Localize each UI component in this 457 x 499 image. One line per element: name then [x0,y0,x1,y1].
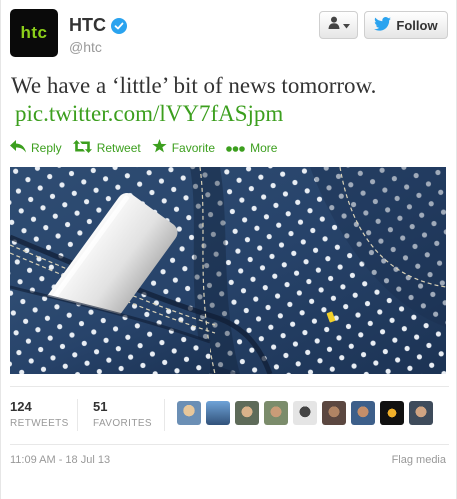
retweet-icon [72,139,97,156]
user-actions-dropdown-button[interactable] [319,11,358,39]
user-screenname[interactable]: @htc [69,39,102,55]
favoriter-avatar[interactable] [235,401,259,425]
favorites-stat[interactable]: 51 FAVORITES [93,399,152,429]
flag-media-link[interactable]: Flag media [392,454,446,466]
reply-action[interactable]: Reply [10,139,62,156]
more-action[interactable]: More [226,141,277,155]
verified-badge-icon [111,17,127,34]
reply-label: Reply [31,140,62,155]
star-icon [152,139,172,156]
stats-divider-bottom [10,444,449,445]
reply-icon [10,139,31,156]
favoriter-avatar[interactable] [409,401,433,425]
favoriter-avatar[interactable] [177,401,201,425]
retweet-action[interactable]: Retweet [72,139,141,156]
stats-separator [164,399,165,431]
caret-down-icon [342,16,350,34]
favorite-label: Favorite [171,140,216,155]
favoriters-avatars [177,401,433,425]
user-fullname[interactable]: HTC [69,15,106,36]
tweet-media-link[interactable]: pic.twitter.com/lVY7fASjpm [15,100,283,128]
more-dots-icon [226,141,250,155]
favoriter-avatar[interactable] [380,401,404,425]
avatar[interactable]: htc [10,9,58,57]
favoriter-avatar[interactable] [322,401,346,425]
avatar-logo-text: htc [20,23,48,42]
follow-button[interactable]: Follow [364,11,448,39]
tweet-media-image[interactable] [10,167,446,374]
favorites-count: 51 [93,399,108,414]
favoriter-avatar[interactable] [351,401,375,425]
stats-separator [77,399,78,431]
follow-label: Follow [396,17,438,33]
tweet-timestamp[interactable]: 11:09 AM - 18 Jul 13 [10,454,110,466]
retweets-stat[interactable]: 124 RETWEETS [10,399,69,429]
favoriter-avatar[interactable] [293,401,317,425]
tweet-actions: Reply Retweet Favorite More [10,139,288,156]
favoriter-avatar[interactable] [206,401,230,425]
tweet-card: htc HTC @htc Follow We have a ‘little’ b… [0,0,457,499]
name-row: HTC [69,15,127,36]
favorite-action[interactable]: Favorite [152,139,215,156]
favorites-label: FAVORITES [93,418,152,429]
tweet-text: We have a ‘little’ bit of news tomorrow. [11,73,377,98]
more-label: More [250,140,278,155]
person-icon [328,16,340,34]
retweet-label: Retweet [96,140,141,155]
favoriter-avatar[interactable] [264,401,288,425]
retweets-label: RETWEETS [10,418,69,429]
stats-divider-top [10,386,449,387]
retweets-count: 124 [10,399,32,414]
twitter-bird-icon [374,16,392,34]
